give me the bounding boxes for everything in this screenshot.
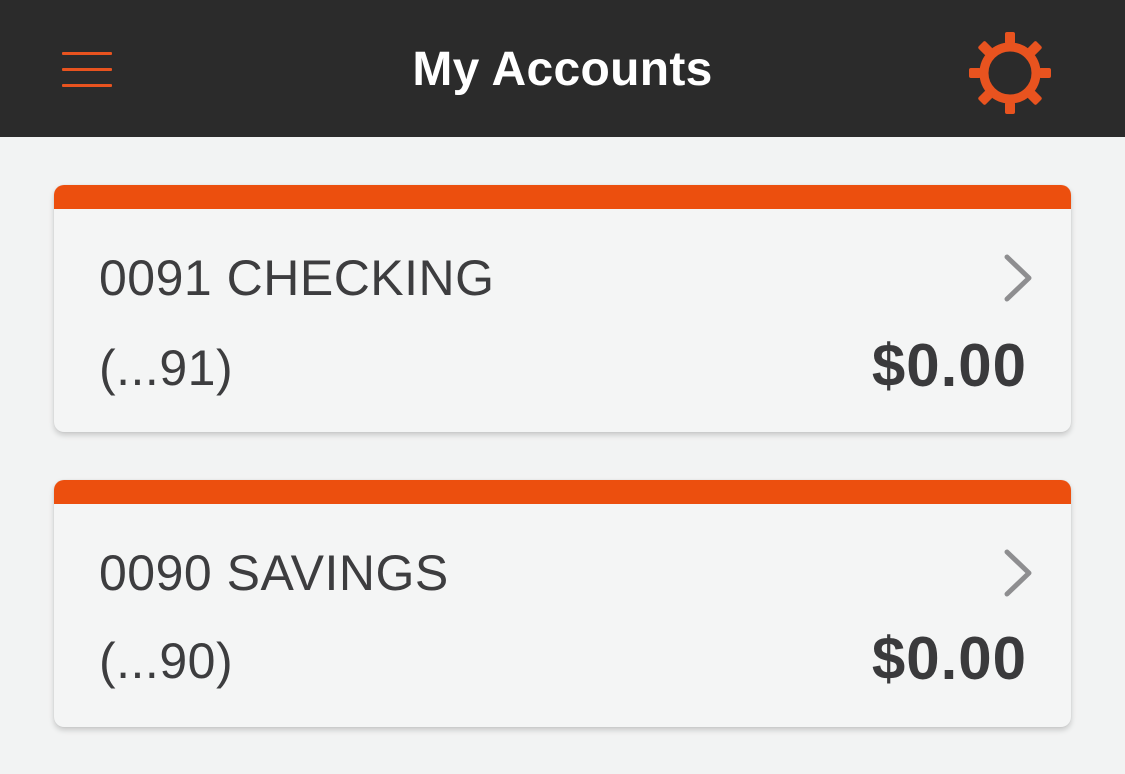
account-masked-number: (...90) bbox=[99, 633, 234, 689]
account-balance: $0.00 bbox=[871, 332, 1027, 399]
hamburger-menu-icon bbox=[62, 52, 112, 55]
hamburger-menu-icon-bar bbox=[62, 68, 112, 71]
account-masked-number: (...91) bbox=[99, 340, 234, 396]
menu-button[interactable] bbox=[62, 46, 114, 92]
account-balance: $0.00 bbox=[871, 625, 1027, 692]
chevron-right-icon bbox=[998, 548, 1038, 598]
hamburger-menu-icon-bar bbox=[62, 84, 112, 87]
chevron-right-icon bbox=[998, 253, 1038, 303]
account-card-savings[interactable]: 0090 SAVINGS (...90) $0.00 bbox=[54, 480, 1071, 727]
card-accent-bar bbox=[54, 185, 1071, 209]
page-title: My Accounts bbox=[412, 43, 713, 96]
account-name: 0091 CHECKING bbox=[99, 250, 495, 306]
account-card-checking[interactable]: 0091 CHECKING (...91) $0.00 bbox=[54, 185, 1071, 432]
account-name: 0090 SAVINGS bbox=[99, 545, 449, 601]
card-accent-bar bbox=[54, 480, 1071, 504]
app-header: My Accounts bbox=[0, 0, 1125, 137]
gear-icon bbox=[969, 32, 1051, 114]
settings-button[interactable] bbox=[964, 30, 1056, 116]
